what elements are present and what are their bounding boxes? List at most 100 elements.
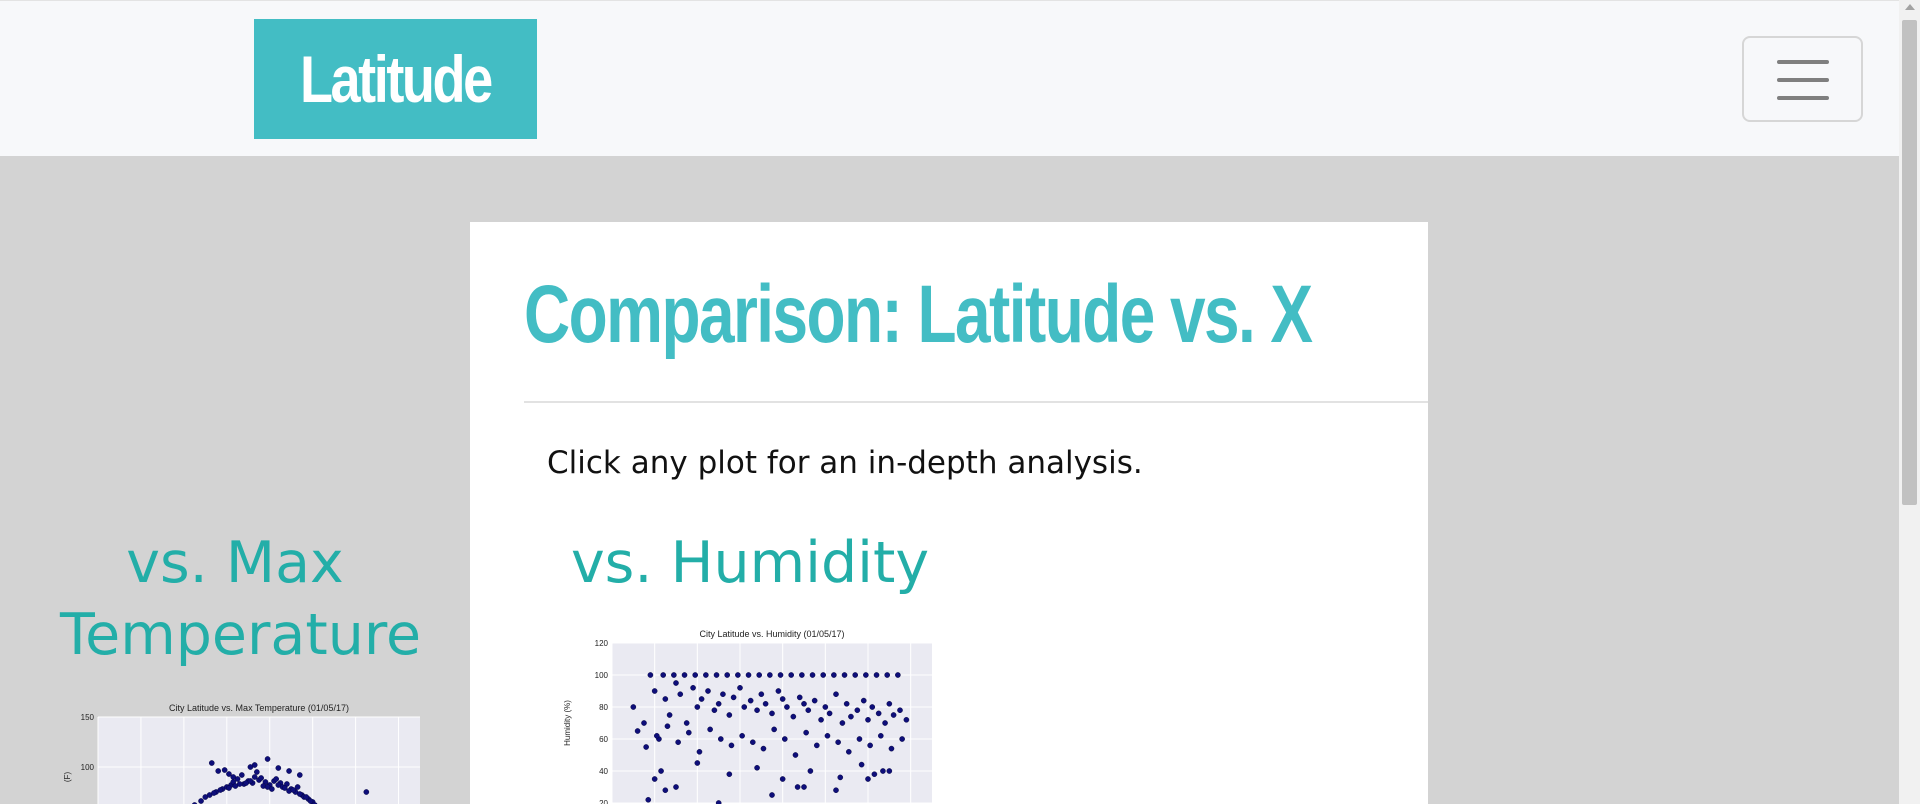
humidity-plot[interactable]: City Latitude vs. Humidity (01/05/17) 120… <box>560 628 940 804</box>
top-navbar: Latitude <box>0 0 1899 156</box>
data-point <box>296 791 303 797</box>
data-point <box>852 672 859 678</box>
data-point <box>747 697 754 704</box>
data-point <box>690 685 696 691</box>
data-point <box>692 672 698 678</box>
scrollbar-thumb[interactable] <box>1902 20 1917 505</box>
data-point <box>875 710 882 717</box>
data-point <box>877 733 884 739</box>
data-point <box>865 776 871 782</box>
data-point <box>818 717 824 723</box>
data-point <box>867 742 873 749</box>
plot-heading-max-temperature[interactable]: vs. Max Temperature <box>60 527 422 671</box>
data-point <box>737 685 743 691</box>
data-point <box>651 776 658 782</box>
data-point <box>643 744 649 750</box>
y-tick-label: 40 <box>599 767 608 776</box>
humidity-chart[interactable]: City Latitude vs. Humidity (01/05/17) 120… <box>560 628 940 804</box>
page-title: Comparison: Latitude vs. X <box>524 269 1313 360</box>
data-point <box>835 739 841 745</box>
data-point <box>711 707 718 713</box>
data-point <box>784 704 790 710</box>
data-point <box>273 776 279 782</box>
hamburger-menu-button[interactable] <box>1742 36 1863 122</box>
data-point <box>880 768 886 774</box>
data-point <box>760 745 767 752</box>
data-point <box>809 672 816 678</box>
data-point <box>854 707 861 713</box>
data-point <box>660 672 666 678</box>
data-point <box>275 782 282 788</box>
brand-logo[interactable]: Latitude <box>254 19 537 139</box>
max-temperature-plot[interactable]: City Latitude vs. Max Temperature (01/05… <box>60 700 440 804</box>
plot-heading-humidity[interactable]: vs. Humidity <box>570 527 930 599</box>
data-point <box>720 691 726 697</box>
scroll-up-arrow-icon[interactable] <box>1905 4 1915 10</box>
data-point <box>677 691 684 697</box>
data-point <box>239 772 245 778</box>
data-point <box>217 787 224 793</box>
data-point <box>681 672 688 678</box>
data-point <box>758 691 765 697</box>
data-point <box>903 717 910 723</box>
data-point <box>856 736 863 742</box>
data-point <box>630 704 637 710</box>
data-point <box>754 764 760 771</box>
data-point <box>756 672 762 678</box>
hamburger-menu-icon <box>1777 96 1829 100</box>
data-point <box>833 787 839 793</box>
heading-line: vs. Max <box>126 530 344 596</box>
data-point <box>698 696 705 702</box>
hamburger-menu-icon <box>1777 60 1829 64</box>
data-point <box>686 729 692 736</box>
data-point <box>775 688 782 694</box>
data-point <box>726 712 733 718</box>
y-axis-label: (F) <box>63 772 72 783</box>
intro-text: Click any plot for an in-depth analysis. <box>547 445 1143 481</box>
data-point <box>251 762 258 768</box>
data-point <box>779 776 786 782</box>
y-axis-label: Humidity (%) <box>563 700 572 746</box>
data-point <box>715 800 722 804</box>
data-point <box>813 742 820 749</box>
data-point <box>247 778 254 784</box>
data-point <box>826 710 833 717</box>
max-temperature-chart[interactable]: City Latitude vs. Max Temperature (01/05… <box>60 700 440 804</box>
data-point <box>822 704 829 710</box>
data-point <box>805 707 812 713</box>
data-point <box>363 789 370 795</box>
data-point <box>801 784 807 790</box>
data-point <box>796 694 803 701</box>
data-point <box>645 796 652 803</box>
data-point <box>777 672 784 678</box>
data-point <box>254 769 260 775</box>
data-point <box>307 798 314 804</box>
data-point <box>211 790 217 796</box>
data-point <box>779 696 786 702</box>
data-point <box>831 672 837 678</box>
data-point <box>215 768 222 774</box>
data-point <box>895 672 901 678</box>
data-point <box>769 710 775 717</box>
data-point <box>694 704 701 710</box>
data-point <box>673 784 679 790</box>
heading-line: Temperature <box>60 602 422 668</box>
data-point <box>824 733 831 739</box>
data-point <box>730 694 737 701</box>
data-point <box>811 697 818 704</box>
data-point <box>651 688 658 694</box>
data-point <box>799 672 805 678</box>
data-point <box>888 745 895 752</box>
data-point <box>863 672 869 678</box>
chart-title: City Latitude vs. Humidity (01/05/17) <box>699 629 844 639</box>
data-point <box>662 696 669 702</box>
data-point <box>696 749 703 755</box>
data-point <box>781 736 788 742</box>
vertical-scrollbar[interactable] <box>1899 0 1920 804</box>
data-point <box>713 672 720 678</box>
data-point <box>634 728 641 734</box>
data-point <box>769 792 775 798</box>
data-point <box>865 717 871 723</box>
data-point <box>882 720 888 726</box>
y-tick-label: 150 <box>81 713 95 722</box>
